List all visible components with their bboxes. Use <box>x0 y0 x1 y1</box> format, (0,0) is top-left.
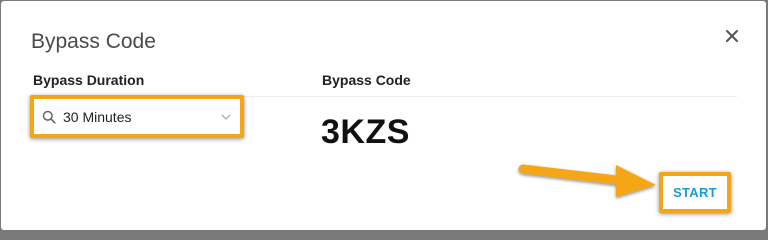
bypass-code-value: 3KZS <box>321 113 410 151</box>
bypass-code-dialog: Bypass Code Bypass Duration Bypass Code … <box>1 1 766 230</box>
duration-select-highlight: 30 Minutes <box>30 95 244 138</box>
start-button[interactable]: START <box>667 180 723 205</box>
search-icon <box>42 110 56 124</box>
duration-select-value: 30 Minutes <box>63 108 132 125</box>
chevron-down-icon <box>221 114 231 120</box>
arrow-annotation-icon <box>518 164 656 197</box>
start-button-highlight: START <box>659 172 731 213</box>
bypass-duration-select[interactable]: 30 Minutes <box>38 103 236 130</box>
bypass-duration-label: Bypass Duration <box>33 72 145 88</box>
dialog-title: Bypass Code <box>31 30 156 53</box>
close-icon[interactable] <box>721 25 743 47</box>
bypass-code-label: Bypass Code <box>322 72 411 88</box>
